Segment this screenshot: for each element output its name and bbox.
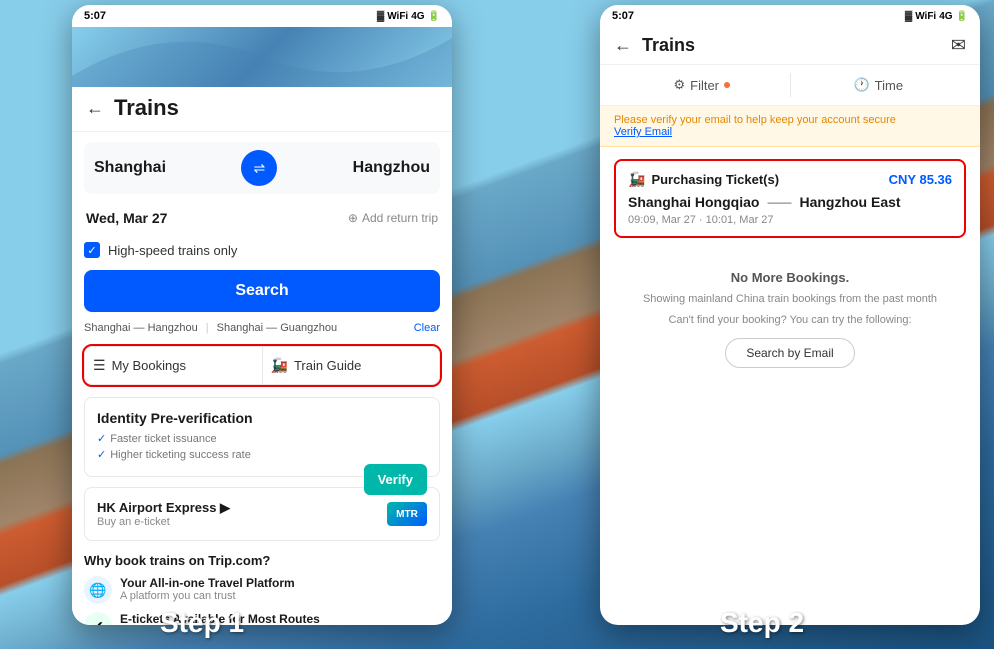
suggestions-row: Shanghai — Hangzhou | Shanghai — Guangzh… bbox=[84, 322, 440, 334]
phone2-header: ← Trains ✉ bbox=[600, 27, 980, 65]
identity-title: Identity Pre-verification bbox=[97, 410, 427, 426]
no-bookings-try: Can't find your booking? You can try the… bbox=[614, 314, 966, 326]
why-section: Why book trains on Trip.com? 🌐 Your All-… bbox=[84, 551, 440, 625]
search-form: Shanghai ⇌ Hangzhou Wed, Mar 27 ⊕ Add re… bbox=[72, 132, 452, 625]
time-filter-button[interactable]: 🕐 Time bbox=[791, 73, 967, 97]
booking-card[interactable]: 🚂 Purchasing Ticket(s) CNY 85.36 Shangha… bbox=[614, 159, 966, 238]
add-return-trip[interactable]: ⊕ Add return trip bbox=[348, 211, 438, 225]
verify-button[interactable]: Verify bbox=[364, 464, 427, 495]
booking-price: CNY 85.36 bbox=[889, 172, 952, 187]
filter-bar: ⚙ Filter 🕐 Time bbox=[600, 65, 980, 106]
phone1-time: 5:07 bbox=[84, 10, 106, 22]
high-speed-checkbox[interactable]: ✓ bbox=[84, 242, 100, 258]
booking-status-label: Purchasing Ticket(s) bbox=[651, 172, 779, 187]
phone1-status-bar: 5:07 ▓ WiFi 4G 🔋 bbox=[72, 5, 452, 27]
booking-status: 🚂 Purchasing Ticket(s) bbox=[628, 171, 779, 188]
filter-icon: ⚙ bbox=[673, 77, 685, 93]
booking-route: Shanghai Hongqiao —— Hangzhou East bbox=[628, 194, 952, 210]
no-bookings-subtitle: Showing mainland China train bookings fr… bbox=[614, 291, 966, 308]
no-bookings-title: No More Bookings. bbox=[614, 270, 966, 285]
check-icon-1: ✓ bbox=[97, 432, 106, 445]
route-arrow: —— bbox=[767, 195, 791, 209]
add-return-label: Add return trip bbox=[362, 211, 438, 225]
search-by-email-button[interactable]: Search by Email bbox=[725, 338, 854, 368]
why-icon-1: 🌐 bbox=[84, 576, 112, 604]
booking-date: 09:09, Mar 27 · 10:01, Mar 27 bbox=[628, 214, 952, 226]
train-logo: MTR bbox=[387, 502, 427, 526]
mail-icon[interactable]: ✉ bbox=[951, 35, 966, 56]
bookings-icon: ☰ bbox=[93, 357, 106, 374]
why-item-2: ✔ E-tickets Available for Most Routes Sa… bbox=[84, 612, 440, 625]
phone2-time: 5:07 bbox=[612, 10, 634, 22]
hk-airport-card: HK Airport Express ▶ Buy an e-ticket MTR bbox=[84, 487, 440, 541]
booking-origin: Shanghai Hongqiao bbox=[628, 194, 759, 210]
booking-card-header: 🚂 Purchasing Ticket(s) CNY 85.36 bbox=[628, 171, 952, 188]
why-icon-2: ✔ bbox=[84, 612, 112, 625]
filter-label: Filter bbox=[690, 78, 719, 93]
step2-label: Step 2 bbox=[720, 607, 804, 639]
verify-email-link[interactable]: Verify Email bbox=[614, 126, 672, 138]
phone2-title: Trains bbox=[642, 35, 941, 56]
guide-label: Train Guide bbox=[294, 358, 361, 373]
date-row: Wed, Mar 27 ⊕ Add return trip bbox=[84, 204, 440, 232]
add-return-icon: ⊕ bbox=[348, 211, 358, 225]
phone1-header: ← Trains bbox=[72, 87, 452, 132]
time-filter-icon: 🕐 bbox=[853, 77, 869, 93]
why-item-1-title: Your All-in-one Travel Platform bbox=[120, 576, 295, 590]
phone2: 5:07 ▓ WiFi 4G 🔋 ← Trains ✉ ⚙ Filter 🕐 T… bbox=[600, 5, 980, 625]
verify-banner: Please verify your email to help keep yo… bbox=[600, 106, 980, 147]
hero-image bbox=[72, 27, 452, 87]
step1-label: Step 1 bbox=[160, 607, 244, 639]
check-icon-2: ✓ bbox=[97, 448, 106, 461]
time-filter-label: Time bbox=[875, 78, 903, 93]
search-button[interactable]: Search bbox=[84, 270, 440, 312]
guide-icon: 🚂 bbox=[271, 357, 288, 374]
no-bookings-section: No More Bookings. Showing mainland China… bbox=[600, 250, 980, 388]
filter-button[interactable]: ⚙ Filter bbox=[614, 73, 790, 97]
identity-benefit-1: ✓ Faster ticket issuance bbox=[97, 432, 427, 445]
phone2-status-bar: 5:07 ▓ WiFi 4G 🔋 bbox=[600, 5, 980, 27]
phone2-status-icons: ▓ WiFi 4G 🔋 bbox=[905, 11, 968, 22]
destination-city[interactable]: Hangzhou bbox=[353, 159, 430, 177]
suggestion-2[interactable]: Shanghai — Guangzhou bbox=[217, 322, 337, 334]
hk-subtitle: Buy an e-ticket bbox=[97, 516, 230, 528]
phone1: 5:07 ▓ WiFi 4G 🔋 ← Trains Shanghai ⇌ Han… bbox=[72, 5, 452, 625]
identity-benefit-2: ✓ Higher ticketing success rate bbox=[97, 448, 427, 461]
hk-title[interactable]: HK Airport Express ▶ bbox=[97, 500, 230, 516]
bookings-label: My Bookings bbox=[112, 358, 186, 373]
swap-icon[interactable]: ⇌ bbox=[241, 150, 277, 186]
suggestion-1[interactable]: Shanghai — Hangzhou bbox=[84, 322, 198, 334]
identity-card: Identity Pre-verification ✓ Faster ticke… bbox=[84, 397, 440, 477]
tabs-row: ☰ My Bookings 🚂 Train Guide bbox=[84, 346, 440, 385]
travel-date[interactable]: Wed, Mar 27 bbox=[86, 210, 167, 226]
clear-suggestions[interactable]: Clear bbox=[414, 322, 440, 334]
route-row: Shanghai ⇌ Hangzhou bbox=[84, 142, 440, 194]
tab-my-bookings[interactable]: ☰ My Bookings bbox=[85, 347, 263, 384]
filter-active-dot bbox=[724, 82, 730, 88]
app-title: Trains bbox=[114, 95, 438, 121]
origin-city[interactable]: Shanghai bbox=[94, 159, 166, 177]
phone1-status-icons: ▓ WiFi 4G 🔋 bbox=[377, 11, 440, 22]
why-item-1-sub: A platform you can trust bbox=[120, 590, 295, 602]
booking-train-icon: 🚂 bbox=[628, 171, 645, 188]
verify-message: Please verify your email to help keep yo… bbox=[614, 114, 896, 126]
high-speed-label: High-speed trains only bbox=[108, 243, 237, 258]
why-title: Why book trains on Trip.com? bbox=[84, 553, 440, 568]
high-speed-row: ✓ High-speed trains only bbox=[84, 242, 440, 258]
hk-info: HK Airport Express ▶ Buy an e-ticket bbox=[97, 500, 230, 528]
why-item-1: 🌐 Your All-in-one Travel Platform A plat… bbox=[84, 576, 440, 604]
back-button[interactable]: ← bbox=[86, 98, 104, 119]
booking-destination: Hangzhou East bbox=[799, 194, 900, 210]
tab-train-guide[interactable]: 🚂 Train Guide bbox=[263, 347, 440, 384]
phone2-back-button[interactable]: ← bbox=[614, 35, 632, 56]
